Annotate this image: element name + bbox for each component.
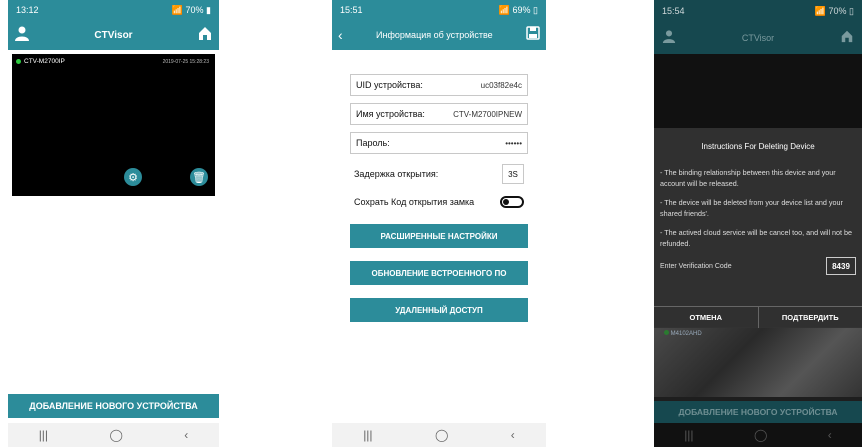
device-info-form: UID устройства: uc03f82e4c Имя устройств… — [332, 50, 546, 322]
background-camera-image — [654, 327, 862, 397]
device-name-field[interactable]: Имя устройства: CTV-M2700IPNEW — [350, 103, 528, 125]
dialog-line: - The device will be deleted from your d… — [660, 198, 843, 218]
android-nav-bar: ||| ◯ ‹ — [332, 423, 546, 447]
online-status-icon — [664, 330, 669, 335]
delete-trash-icon[interactable]: 🗑 — [190, 168, 208, 186]
app-title: CTVisor — [741, 33, 775, 43]
password-field[interactable]: Пароль: •••••• — [350, 132, 528, 154]
firmware-update-button[interactable]: ОБНОВЛЕНИЕ ВСТРОЕННОГО ПО — [350, 261, 528, 285]
background-camera-label: M4102AHD — [664, 330, 702, 337]
recent-apps-icon[interactable]: ||| — [684, 428, 693, 442]
dimmed-header: 15:54 📶 70% ▯ CTVisor — [654, 0, 862, 54]
confirm-button[interactable]: ПОДТВЕРДИТЬ — [757, 307, 862, 328]
cancel-button[interactable]: ОТМЕНА — [654, 307, 758, 328]
camera-name: CTV-M2700IP — [24, 58, 65, 65]
delay-row: Задержка открытия: 3S — [350, 161, 528, 187]
status-time: 13:12 — [16, 5, 39, 15]
recent-apps-icon[interactable]: ||| — [363, 428, 372, 442]
status-time: 15:51 — [340, 5, 363, 15]
uid-value: uc03f82e4c — [480, 80, 522, 90]
status-bar: 13:12 📶 70% ▮ — [8, 0, 219, 20]
uid-field: UID устройства: uc03f82e4c — [350, 74, 528, 96]
user-icon — [662, 29, 676, 48]
password-value[interactable]: •••••• — [505, 139, 522, 148]
dialog-line: - The actived cloud service will be canc… — [660, 228, 853, 248]
device-name-value[interactable]: CTV-M2700IPNEW — [453, 110, 522, 119]
status-battery: 📶 70% ▮ — [171, 4, 211, 15]
save-code-toggle[interactable] — [500, 196, 524, 208]
delay-select[interactable]: 3S — [502, 164, 524, 184]
android-nav-bar: ||| ◯ ‹ — [8, 423, 219, 447]
save-code-label: Сохрать Код открытия замка — [354, 197, 475, 207]
advanced-settings-button[interactable]: РАСШИРЕННЫЕ НАСТРОЙКИ — [350, 224, 528, 248]
delay-label: Задержка открытия: — [354, 169, 439, 179]
home-nav-icon[interactable]: ◯ — [754, 428, 767, 442]
back-nav-icon[interactable]: ‹ — [511, 428, 515, 442]
device-name-label: Имя устройства: — [356, 109, 425, 119]
status-battery: 📶 69% ▯ — [498, 4, 538, 15]
app-bar: ‹ Информация об устройстве — [332, 20, 546, 50]
password-label: Пароль: — [356, 138, 390, 148]
camera-label: CTV-M2700IP — [16, 58, 65, 65]
home-icon[interactable] — [197, 25, 213, 46]
dialog-title: Instructions For Deleting Device — [701, 142, 815, 151]
status-bar: 15:54 📶 70% ▯ — [654, 0, 862, 22]
add-new-device-button[interactable]: ДОБАВЛЕНИЕ НОВОГО УСТРОЙСТВА — [8, 394, 219, 418]
verification-row: Enter Verification Code 8439 — [654, 257, 862, 275]
status-bar: 15:51 📶 69% ▯ — [332, 0, 546, 20]
add-new-device-button: ДОБАВЛЕНИЕ НОВОГО УСТРОЙСТВА — [654, 401, 862, 423]
phone-device-info: 15:51 📶 69% ▯ ‹ Информация об устройстве… — [332, 0, 546, 447]
dialog-line: - The binding relationship between this … — [660, 168, 836, 188]
back-nav-icon[interactable]: ‹ — [828, 428, 832, 442]
app-title: CTVisor — [94, 29, 133, 41]
user-icon[interactable] — [14, 25, 30, 46]
status-time: 15:54 — [662, 6, 685, 16]
recent-apps-icon[interactable]: ||| — [39, 428, 48, 442]
verification-code: 8439 — [826, 257, 856, 275]
phone-device-list: 13:12 📶 70% ▮ CTVisor CTV-M2700IP 2019-0… — [8, 0, 219, 447]
home-nav-icon[interactable]: ◯ — [435, 428, 448, 442]
save-code-row: Сохрать Код открытия замка — [350, 193, 528, 211]
app-bar: CTVisor — [654, 22, 862, 54]
save-disk-icon[interactable] — [526, 25, 540, 45]
online-status-icon — [16, 59, 21, 64]
dialog-actions: ОТМЕНА ПОДТВЕРДИТЬ — [654, 306, 862, 328]
delete-device-dialog: Instructions For Deleting Device - The b… — [654, 128, 862, 328]
camera-timestamp: 2019-07-25 15:28:23 — [162, 59, 209, 65]
home-nav-icon[interactable]: ◯ — [109, 428, 122, 442]
app-bar: CTVisor — [8, 20, 219, 50]
home-icon — [840, 29, 854, 48]
status-battery: 📶 70% ▯ — [814, 5, 854, 16]
camera-preview[interactable]: CTV-M2700IP 2019-07-25 15:28:23 ⚙ 🗑 — [12, 54, 215, 196]
back-nav-icon[interactable]: ‹ — [184, 428, 188, 442]
settings-gear-icon[interactable]: ⚙ — [124, 168, 142, 186]
remote-access-button[interactable]: УДАЛЕННЫЙ ДОСТУП — [350, 298, 528, 322]
page-title: Информация об устройстве — [376, 30, 493, 40]
android-nav-bar: ||| ◯ ‹ — [654, 423, 862, 447]
back-arrow-icon[interactable]: ‹ — [338, 27, 343, 43]
verification-label: Enter Verification Code — [660, 262, 732, 270]
phone-delete-dialog: 15:54 📶 70% ▯ CTVisor M4102AHD Instructi… — [654, 0, 862, 447]
uid-label: UID устройства: — [356, 80, 423, 90]
